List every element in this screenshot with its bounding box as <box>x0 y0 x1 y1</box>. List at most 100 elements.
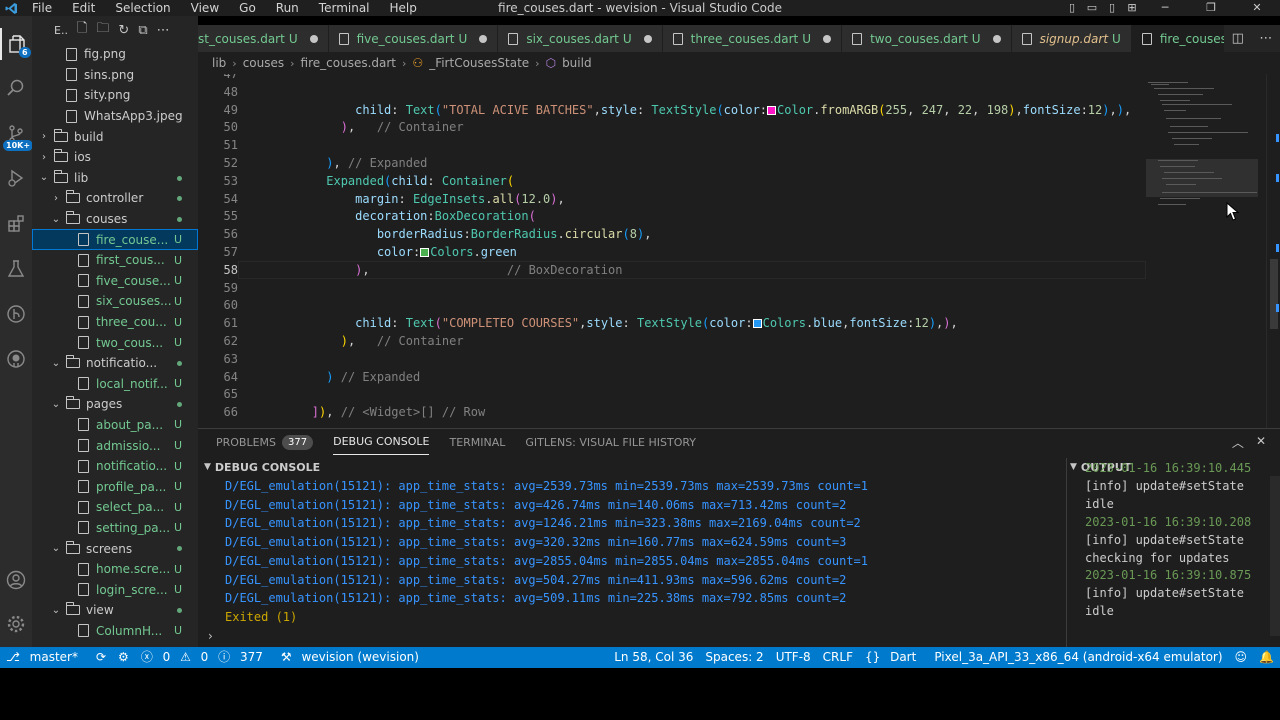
sync-icon[interactable]: ⟳ <box>90 647 112 668</box>
end-of-line[interactable]: CRLF <box>817 647 859 668</box>
console-input-prompt[interactable]: › <box>208 629 213 643</box>
feedback-icon[interactable]: ☺ <box>1229 647 1254 668</box>
menu-item-terminal[interactable]: Terminal <box>309 0 380 16</box>
source-control-icon[interactable]: 10K+ <box>0 118 34 151</box>
editor-scrollbar-thumb[interactable] <box>1270 259 1278 329</box>
editor-tab[interactable]: st_couses.dart U <box>198 25 329 52</box>
menu-item-run[interactable]: Run <box>266 0 309 16</box>
tree-file[interactable]: six_couses... U <box>32 291 198 312</box>
unsaved-dot-icon[interactable] <box>823 34 832 43</box>
menu-item-help[interactable]: Help <box>380 0 427 16</box>
chevron-down-icon[interactable]: ⌄ <box>50 358 62 369</box>
tree-file[interactable]: local_notif... U <box>32 374 198 395</box>
unsaved-dot-icon[interactable] <box>479 34 488 43</box>
tree-file[interactable]: sins.png <box>32 65 198 86</box>
tree-file[interactable]: select_pa... U <box>32 497 198 518</box>
tree-file[interactable]: about_pa... U <box>32 415 198 436</box>
menu-item-selection[interactable]: Selection <box>105 0 180 16</box>
menu-item-file[interactable]: File <box>22 0 62 16</box>
tree-folder[interactable]: › controller <box>32 188 198 209</box>
breadcrumb-item[interactable]: lib <box>212 56 226 70</box>
tree-folder[interactable]: ⌄ screens <box>32 538 198 559</box>
panel-tab-terminal[interactable]: TERMINAL <box>449 429 505 455</box>
restore-button[interactable]: ❐ <box>1188 0 1234 16</box>
editor-tab[interactable]: three_couses.dart U <box>662 25 843 52</box>
workspace-indicator[interactable]: ⚒ wevision (wevision) <box>275 647 431 668</box>
git-branch[interactable]: ⎇ master* <box>0 647 90 668</box>
remote-icon[interactable]: ⚙ <box>112 647 135 668</box>
split-editor-icon[interactable]: ◫ <box>1232 31 1244 46</box>
tree-file[interactable]: five_couse... U <box>32 271 198 292</box>
panel-tab-gitlens-visual-file-history[interactable]: GITLENS: VISUAL FILE HISTORY <box>525 429 696 455</box>
device-selector[interactable]: Pixel_3a_API_33_x86_64 (android-x64 emul… <box>928 647 1228 668</box>
close-panel-icon[interactable]: ✕ <box>1256 434 1266 451</box>
indentation[interactable]: Spaces: 2 <box>699 647 769 668</box>
notifications-bell-icon[interactable]: 🔔 <box>1253 647 1280 668</box>
tree-folder[interactable]: › build <box>32 126 198 147</box>
editor-tab[interactable]: two_couses.dart U <box>842 25 1012 52</box>
editor-tab[interactable]: signup.dart U <box>1011 25 1132 52</box>
account-icon[interactable] <box>0 564 32 596</box>
output-scrollbar[interactable] <box>1270 476 1280 636</box>
tree-file[interactable]: notificatio... U <box>32 456 198 477</box>
tree-file[interactable]: login_scre... U <box>32 579 198 600</box>
tree-file[interactable]: two_cous... U <box>32 332 198 353</box>
customize-layout-icon[interactable]: ⊞ <box>1122 0 1142 16</box>
code-editor[interactable]: 47 48 49 child: Text("TOTAL ACIVE BATCHES"… <box>198 74 1280 428</box>
editor-scrollbar[interactable] <box>1266 74 1280 428</box>
github-icon[interactable] <box>0 343 32 375</box>
run-debug-icon[interactable] <box>0 162 32 194</box>
tree-folder[interactable]: ⌄ notificatio... <box>32 353 198 374</box>
menu-item-edit[interactable]: Edit <box>62 0 105 16</box>
tree-file[interactable]: profile_pa... U <box>32 476 198 497</box>
more-actions-icon[interactable]: ⋯ <box>1259 31 1272 46</box>
chevron-right-icon[interactable]: › <box>38 152 50 163</box>
explorer-icon[interactable]: 6 <box>0 28 32 60</box>
breadcrumb-item[interactable]: couses <box>243 56 284 70</box>
toggle-secondary-sidebar-icon[interactable]: ▯ <box>1102 0 1122 16</box>
extensions-icon[interactable] <box>0 208 32 240</box>
chevron-down-icon[interactable]: ⌄ <box>38 172 50 183</box>
tree-file[interactable]: ColumnH... U <box>32 621 198 642</box>
toggle-panel-icon[interactable]: ▭ <box>1082 0 1102 16</box>
new-folder-icon[interactable]: 🗀 <box>96 19 109 41</box>
tree-file[interactable]: first_cous... U <box>32 250 198 271</box>
tree-file[interactable]: sity.png <box>32 85 198 106</box>
tree-file[interactable]: home.scre... U <box>32 559 198 580</box>
chevron-down-icon[interactable]: ⌄ <box>50 399 62 410</box>
refresh-icon[interactable]: ↻ <box>118 23 129 38</box>
problems-summary[interactable]: ⓧ 0 ⚠ 0 ⓘ 377 <box>135 647 275 668</box>
tree-folder[interactable]: ⌄ lib <box>32 168 198 189</box>
minimap[interactable] <box>1146 74 1258 428</box>
breadcrumb-item[interactable]: _FirtCousesState <box>429 56 529 70</box>
breadcrumb-item[interactable]: fire_couses.dart <box>301 56 396 70</box>
close-window-button[interactable]: ✕ <box>1234 0 1280 16</box>
language-mode[interactable]: {} Dart <box>859 647 928 668</box>
cursor-position[interactable]: Ln 58, Col 36 <box>608 647 699 668</box>
collapse-all-icon[interactable]: ⧉ <box>138 23 147 38</box>
encoding[interactable]: UTF-8 <box>770 647 817 668</box>
chevron-right-icon[interactable]: › <box>38 131 50 142</box>
debug-console-header[interactable]: ▼ DEBUG CONSOLE <box>204 458 320 476</box>
settings-gear-icon[interactable] <box>0 608 32 640</box>
chevron-down-icon[interactable]: ⌄ <box>50 605 62 616</box>
testing-icon[interactable] <box>0 253 32 285</box>
maximize-panel-icon[interactable]: ︿ <box>1232 434 1244 451</box>
panel-tab-problems[interactable]: PROBLEMS 377 <box>216 429 314 455</box>
tree-file[interactable]: WhatsApp3.jpeg <box>32 106 198 127</box>
tree-folder[interactable]: ⌄ pages <box>32 394 198 415</box>
tree-file[interactable]: setting_pa... U <box>32 518 198 539</box>
menu-item-view[interactable]: View <box>181 0 229 16</box>
more-actions-icon[interactable]: ⋯ <box>157 23 170 38</box>
chevron-down-icon[interactable]: ⌄ <box>50 543 62 554</box>
unsaved-dot-icon[interactable] <box>309 34 318 43</box>
tree-file[interactable]: fig.png <box>32 44 198 65</box>
unsaved-dot-icon[interactable] <box>643 34 652 43</box>
tree-folder[interactable]: ⌄ couses <box>32 209 198 230</box>
chevron-down-icon[interactable]: ⌄ <box>50 214 62 225</box>
tree-folder[interactable]: › ios <box>32 147 198 168</box>
minimize-button[interactable]: ─ <box>1142 0 1188 16</box>
chevron-right-icon[interactable]: › <box>50 193 62 204</box>
breadcrumb-item[interactable]: build <box>562 56 592 70</box>
tree-file[interactable]: three_cou... U <box>32 312 198 333</box>
